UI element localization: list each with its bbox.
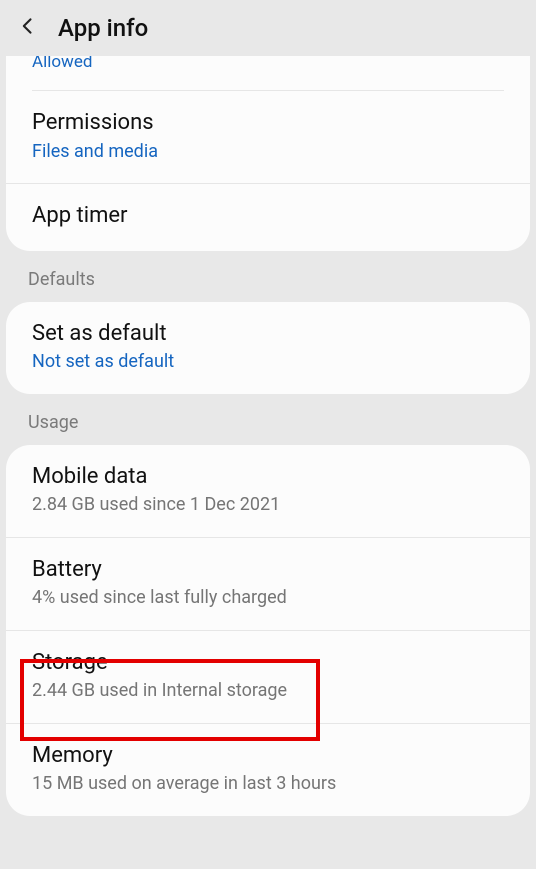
battery-sub: 4% used since last fully charged <box>32 586 504 609</box>
row-set-default[interactable]: Set as default Not set as default <box>6 302 530 394</box>
page-title: App info <box>58 14 148 42</box>
row-permissions[interactable]: Permissions Files and media <box>6 91 530 184</box>
row-truncated[interactable]: Allowed <box>6 56 530 90</box>
back-icon[interactable] <box>18 16 58 40</box>
card-usage: Mobile data 2.84 GB used since 1 Dec 202… <box>6 445 530 816</box>
set-default-sub: Not set as default <box>32 350 504 373</box>
section-defaults: Defaults <box>0 251 536 302</box>
section-usage: Usage <box>0 394 536 445</box>
row-memory[interactable]: Memory 15 MB used on average in last 3 h… <box>6 724 530 816</box>
storage-sub: 2.44 GB used in Internal storage <box>32 679 504 702</box>
truncated-label: Allowed <box>32 56 92 72</box>
permissions-sub: Files and media <box>32 140 504 163</box>
mobile-data-title: Mobile data <box>32 463 504 492</box>
row-mobile-data[interactable]: Mobile data 2.84 GB used since 1 Dec 202… <box>6 445 530 538</box>
memory-title: Memory <box>32 742 504 771</box>
row-app-timer[interactable]: App timer <box>6 184 530 251</box>
permissions-title: Permissions <box>32 109 504 138</box>
storage-title: Storage <box>32 649 504 678</box>
row-storage[interactable]: Storage 2.44 GB used in Internal storage <box>6 631 530 724</box>
mobile-data-sub: 2.84 GB used since 1 Dec 2021 <box>32 493 504 516</box>
card-defaults: Set as default Not set as default <box>6 302 530 394</box>
row-battery[interactable]: Battery 4% used since last fully charged <box>6 538 530 631</box>
header: App info <box>0 0 536 56</box>
memory-sub: 15 MB used on average in last 3 hours <box>32 772 504 795</box>
battery-title: Battery <box>32 556 504 585</box>
card-top: Allowed Permissions Files and media App … <box>6 56 530 251</box>
set-default-title: Set as default <box>32 320 504 349</box>
app-timer-title: App timer <box>32 202 504 231</box>
